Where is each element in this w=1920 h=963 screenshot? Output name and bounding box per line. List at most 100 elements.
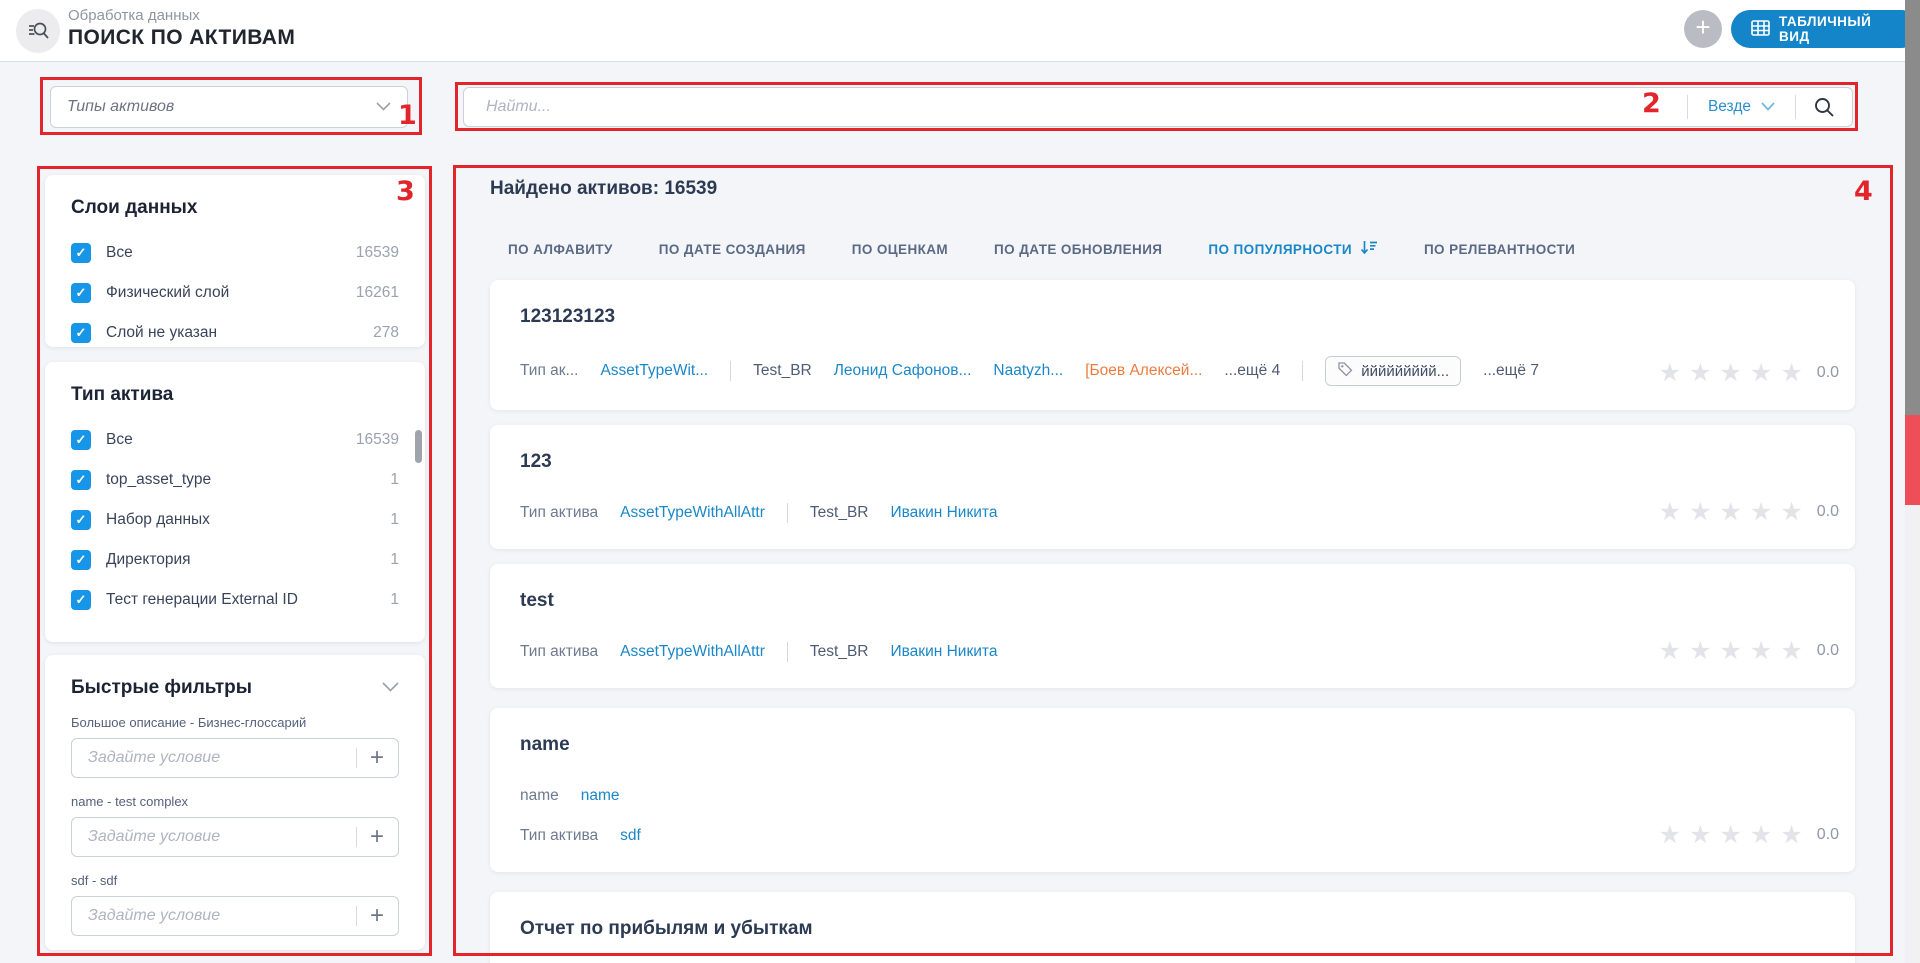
result-card-title[interactable]: test <box>520 590 1825 612</box>
asset-type-title: Тип актива <box>71 384 399 406</box>
sort-tab-option[interactable]: ПО ДАТЕ СОЗДАНИЯ <box>659 242 806 257</box>
annotation-label-3: 3 <box>396 176 415 207</box>
asset-type-panel: Тип актива ✓Все16539✓top_asset_type1✓Наб… <box>45 362 425 642</box>
meta-link[interactable]: name <box>581 787 620 805</box>
meta-more-link[interactable]: ...ещё 7 <box>1483 362 1539 380</box>
sort-tab-option[interactable]: ПО РЕЛЕВАНТНОСТИ <box>1424 242 1575 257</box>
sort-tab-option[interactable]: ПО ОЦЕНКАМ <box>852 242 948 257</box>
star-icon[interactable]: ★ <box>1659 497 1681 527</box>
filter-option-count: 278 <box>373 324 399 342</box>
divider <box>787 503 788 523</box>
quick-filter-input-group: + <box>71 896 399 936</box>
quick-filter-input[interactable] <box>72 907 398 925</box>
meta-link[interactable]: AssetTypeWit... <box>600 362 708 380</box>
filter-option[interactable]: ✓Набор данных1 <box>71 500 399 540</box>
star-icon[interactable]: ★ <box>1689 636 1711 666</box>
meta-link[interactable]: AssetTypeWithAllAttr <box>620 643 765 661</box>
star-icon[interactable]: ★ <box>1780 820 1802 850</box>
star-icon[interactable]: ★ <box>1719 358 1741 388</box>
search-scope-selector[interactable]: Везде <box>1688 98 1795 116</box>
meta-more-link[interactable]: ...ещё 4 <box>1224 362 1280 380</box>
result-card[interactable]: Отчет по прибылям и убыткамReport_Q1_Q2 <box>490 892 1855 963</box>
quick-filter-input[interactable] <box>72 749 398 767</box>
add-button[interactable]: + <box>1684 10 1722 48</box>
star-icon[interactable]: ★ <box>1780 497 1802 527</box>
checkbox-checked[interactable]: ✓ <box>71 243 91 263</box>
meta-link[interactable]: AssetTypeWithAllAttr <box>620 504 765 522</box>
result-card[interactable]: 123Тип активаAssetTypeWithAllAttrTest_BR… <box>490 425 1855 549</box>
star-icon[interactable]: ★ <box>1689 358 1711 388</box>
star-icon[interactable]: ★ <box>1659 636 1681 666</box>
quick-filter-input[interactable] <box>72 828 398 846</box>
checkbox-checked[interactable]: ✓ <box>71 283 91 303</box>
search-submit-button[interactable] <box>1796 88 1852 126</box>
result-card[interactable]: 123123123Тип ак...AssetTypeWit...Test_BR… <box>490 280 1855 410</box>
meta-link[interactable]: Ивакин Никита <box>890 643 997 661</box>
data-layers-list: ✓Все16539✓Физический слой16261✓Слой не у… <box>71 233 399 353</box>
results-list: 123123123Тип ак...AssetTypeWit...Test_BR… <box>490 280 1855 963</box>
star-icon[interactable]: ★ <box>1750 636 1772 666</box>
checkbox-checked[interactable]: ✓ <box>71 510 91 530</box>
collapse-chevron-down-icon[interactable] <box>382 679 399 697</box>
checkbox-checked[interactable]: ✓ <box>71 470 91 490</box>
scrollbar-thumb[interactable] <box>1905 0 1920 415</box>
star-icon[interactable]: ★ <box>1659 358 1681 388</box>
meta-link[interactable]: Ивакин Никита <box>890 504 997 522</box>
search-input[interactable] <box>464 98 1687 116</box>
result-card-title[interactable]: Отчет по прибылям и убыткам <box>520 918 1825 940</box>
meta-link[interactable]: Леонид Сафонов... <box>834 362 972 380</box>
star-icon[interactable]: ★ <box>1780 636 1802 666</box>
quick-filter-input-group: + <box>71 817 399 857</box>
rating-value: 0.0 <box>1817 826 1839 844</box>
filter-option[interactable]: ✓Тест генерации External ID1 <box>71 580 399 620</box>
sort-tab-option[interactable]: ПО ДАТЕ ОБНОВЛЕНИЯ <box>994 242 1162 257</box>
star-icon[interactable]: ★ <box>1659 820 1681 850</box>
tag-chip[interactable]: ййййййййй... <box>1325 356 1461 386</box>
checkbox-checked[interactable]: ✓ <box>71 550 91 570</box>
page-title: ПОИСК ПО АКТИВАМ <box>68 26 295 50</box>
add-condition-button plus-icon[interactable]: + <box>356 818 398 856</box>
result-card[interactable]: testТип активаAssetTypeWithAllAttrTest_B… <box>490 564 1855 688</box>
checkbox-checked[interactable]: ✓ <box>71 430 91 450</box>
star-icon[interactable]: ★ <box>1719 497 1741 527</box>
add-condition-button plus-icon[interactable]: + <box>356 739 398 777</box>
star-icon[interactable]: ★ <box>1689 820 1711 850</box>
sort-tab-option[interactable]: ПО АЛФАВИТУ <box>508 242 613 257</box>
asset-types-dropdown[interactable]: Типы активов <box>50 86 408 128</box>
meta-link[interactable]: sdf <box>620 827 641 845</box>
star-icon[interactable]: ★ <box>1750 497 1772 527</box>
star-icon[interactable]: ★ <box>1750 820 1772 850</box>
chevron-down-icon <box>376 98 391 116</box>
page-scrollbar[interactable] <box>1905 0 1920 963</box>
sort-tab-active[interactable]: ПО ПОПУЛЯРНОСТИ <box>1208 240 1378 258</box>
filter-option[interactable]: ✓Все16539 <box>71 233 399 273</box>
filter-option[interactable]: ✓Слой не указан278 <box>71 313 399 353</box>
filter-option[interactable]: ✓Все16539 <box>71 420 399 460</box>
meta-label: Тип актива <box>520 827 598 845</box>
add-condition-button plus-icon[interactable]: + <box>356 897 398 935</box>
checkbox-checked[interactable]: ✓ <box>71 323 91 343</box>
rating: ★★★★★0.0 <box>1659 358 1839 388</box>
meta-link-orange[interactable]: [Боев Алексей... <box>1085 362 1202 380</box>
table-view-label: ТАБЛИЧНЫЙ ВИД <box>1779 14 1900 44</box>
result-card-title[interactable]: 123123123 <box>520 306 1825 328</box>
filter-option[interactable]: ✓top_asset_type1 <box>71 460 399 500</box>
meta-link[interactable]: Naatyzh... <box>993 362 1063 380</box>
list-scrollbar-thumb[interactable] <box>415 430 422 463</box>
result-card-title[interactable]: name <box>520 734 1825 756</box>
filter-option[interactable]: ✓Физический слой16261 <box>71 273 399 313</box>
table-view-button[interactable]: ТАБЛИЧНЫЙ ВИД <box>1731 10 1920 48</box>
result-card-title[interactable]: 123 <box>520 451 1825 473</box>
star-icon[interactable]: ★ <box>1750 358 1772 388</box>
asset-type-list: ✓Все16539✓top_asset_type1✓Набор данных1✓… <box>71 420 399 620</box>
star-icon[interactable]: ★ <box>1689 497 1711 527</box>
checkbox-checked[interactable]: ✓ <box>71 590 91 610</box>
result-card[interactable]: namenamenameТип активаsdf★★★★★0.0 <box>490 708 1855 872</box>
filter-option[interactable]: ✓Директория1 <box>71 540 399 580</box>
star-icon[interactable]: ★ <box>1719 820 1741 850</box>
star-icon[interactable]: ★ <box>1780 358 1802 388</box>
filter-option-count: 1 <box>390 551 399 569</box>
filter-option-count: 1 <box>390 511 399 529</box>
star-icon[interactable]: ★ <box>1719 636 1741 666</box>
filter-option-label: top_asset_type <box>106 471 211 489</box>
